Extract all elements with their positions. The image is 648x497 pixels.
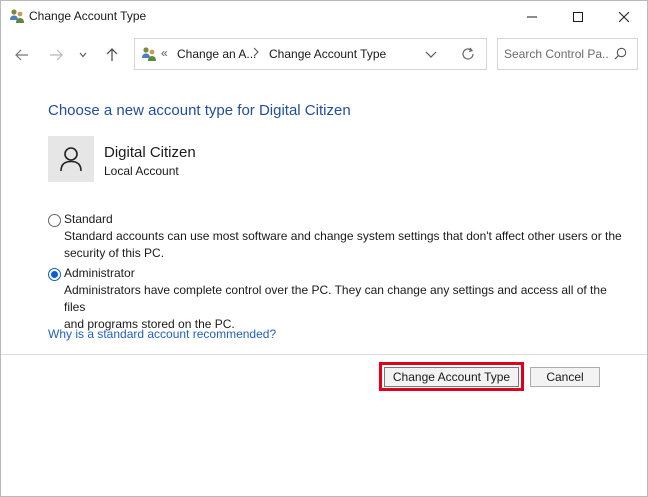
forward-button[interactable] bbox=[45, 44, 67, 66]
administrator-description: Administrators have complete control ove… bbox=[64, 282, 624, 333]
description-line: security of this PC. bbox=[64, 246, 165, 260]
recent-locations-button[interactable] bbox=[75, 44, 91, 66]
description-line: Administrators have complete control ove… bbox=[64, 283, 607, 314]
search-icon[interactable] bbox=[614, 47, 627, 63]
forward-arrow-icon bbox=[50, 49, 63, 61]
search-box[interactable] bbox=[497, 38, 638, 70]
administrator-label[interactable]: Administrator bbox=[64, 266, 135, 280]
address-bar[interactable]: « Change an A... Change Account Type bbox=[134, 38, 487, 70]
chevron-down-icon bbox=[425, 51, 437, 58]
chevron-down-icon bbox=[79, 52, 87, 58]
control-panel-icon bbox=[141, 46, 157, 62]
standard-account-help-link[interactable]: Why is a standard account recommended? bbox=[48, 327, 276, 341]
minimize-button[interactable] bbox=[509, 1, 555, 32]
avatar bbox=[48, 136, 94, 182]
standard-radio[interactable] bbox=[48, 214, 61, 227]
close-icon bbox=[619, 11, 629, 22]
search-input[interactable] bbox=[504, 45, 610, 63]
close-button[interactable] bbox=[601, 1, 647, 32]
administrator-radio[interactable] bbox=[48, 268, 61, 281]
cancel-button[interactable]: Cancel bbox=[530, 367, 600, 387]
page-heading: Choose a new account type for Digital Ci… bbox=[48, 102, 351, 119]
up-arrow-icon bbox=[106, 48, 118, 61]
back-button[interactable] bbox=[11, 44, 33, 66]
change-account-type-window: Change Account Type « Change an A... Cha… bbox=[0, 0, 648, 497]
standard-label[interactable]: Standard bbox=[64, 212, 113, 226]
up-button[interactable] bbox=[101, 44, 123, 66]
breadcrumb-item[interactable]: Change Account Type bbox=[269, 47, 386, 61]
maximize-icon bbox=[573, 11, 583, 22]
address-history-dropdown[interactable] bbox=[425, 47, 437, 64]
users-control-panel-icon bbox=[9, 8, 25, 24]
highlight-box bbox=[379, 362, 524, 391]
title-bar: Change Account Type bbox=[1, 1, 647, 32]
user-icon bbox=[60, 147, 82, 172]
standard-description: Standard accounts can use most software … bbox=[64, 228, 624, 262]
maximize-button[interactable] bbox=[555, 1, 601, 32]
minimize-icon bbox=[527, 16, 537, 17]
refresh-button[interactable] bbox=[461, 47, 475, 64]
back-arrow-icon bbox=[15, 49, 28, 61]
navigation-bar: « Change an A... Change Account Type bbox=[1, 32, 647, 78]
breadcrumb-separator-icon[interactable] bbox=[253, 45, 259, 60]
breadcrumb-overflow[interactable]: « bbox=[161, 46, 168, 60]
user-name: Digital Citizen bbox=[104, 144, 196, 161]
refresh-icon bbox=[462, 47, 474, 60]
breadcrumb-item[interactable]: Change an A... bbox=[177, 47, 256, 61]
description-line: Standard accounts can use most software … bbox=[64, 229, 622, 243]
user-account-type: Local Account bbox=[104, 164, 179, 178]
divider bbox=[1, 354, 647, 355]
window-title: Change Account Type bbox=[29, 9, 147, 23]
